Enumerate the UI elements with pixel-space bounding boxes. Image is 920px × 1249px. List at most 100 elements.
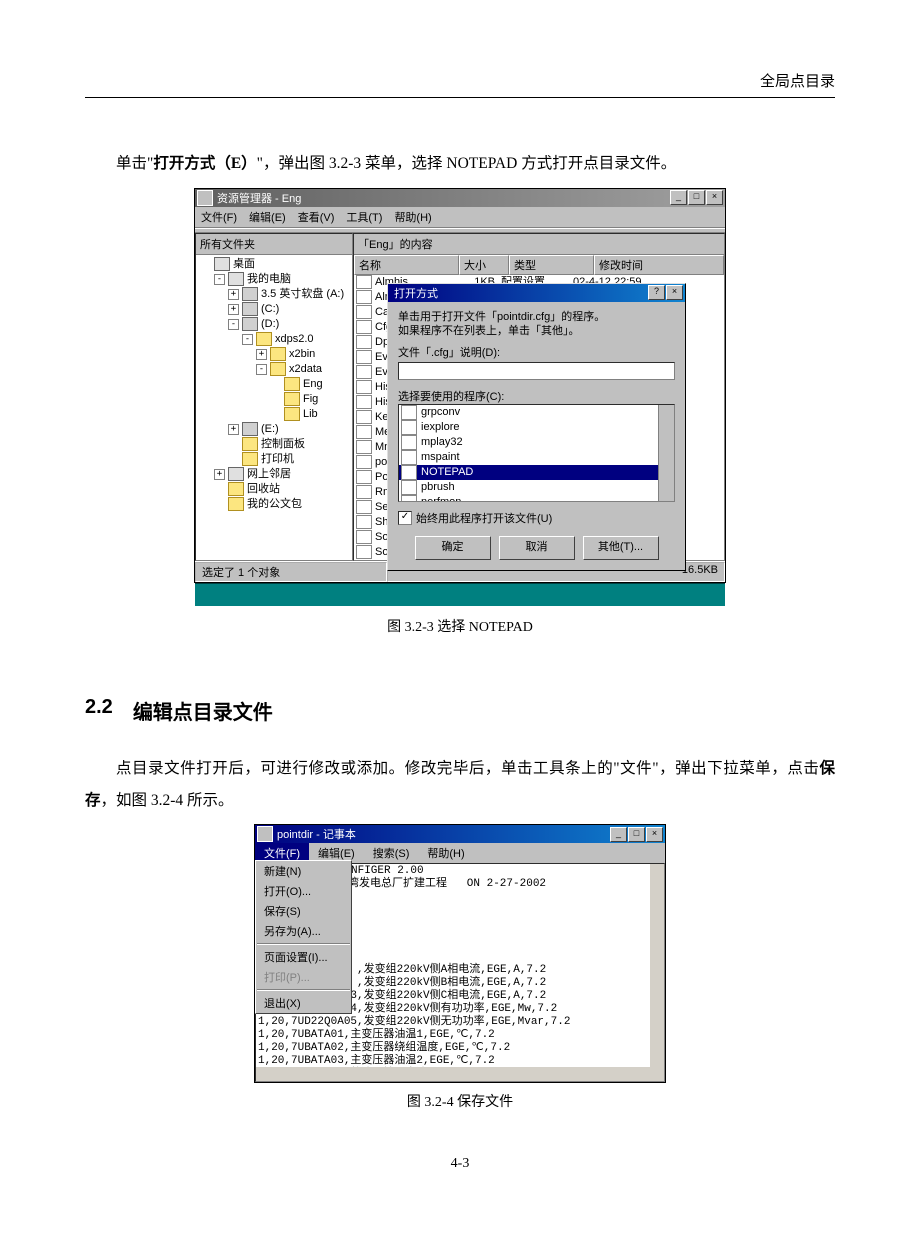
program-item[interactable]: iexplore [399,420,674,435]
file-icon [356,320,372,334]
maximize-button[interactable]: □ [628,827,645,842]
drv-icon [242,302,258,316]
horizontal-scrollbar[interactable] [256,1067,664,1081]
file-icon [356,350,372,364]
tree-node[interactable]: Eng [198,377,350,392]
file-icon [356,395,372,409]
tree-node[interactable]: +x2bin [198,347,350,362]
minimize-button[interactable]: _ [670,190,687,205]
other-button[interactable]: 其他(T)... [583,536,659,560]
dialog-instruction: 单击用于打开文件「pointdir.cfg」的程序。如果程序不在列表上，单击「其… [398,310,675,338]
dialog-help-button[interactable]: ? [648,285,665,300]
file-icon [356,365,372,379]
program-item[interactable]: NOTEPAD [399,465,674,480]
description-input[interactable] [398,362,675,380]
menu-item[interactable]: 工具(T) [346,209,382,225]
tree-node[interactable]: 我的公文包 [198,497,350,512]
tree-node[interactable]: 回收站 [198,482,350,497]
program-listbox[interactable]: grpconviexploremplay32mspaintNOTEPADpbru… [398,404,675,502]
program-list-label: 选择要使用的程序(C): [398,388,675,404]
tree-node[interactable]: +(C:) [198,302,350,317]
folder-tree-pane: 所有文件夹 桌面-我的电脑+3.5 英寸软盘 (A:)+(C:)-(D:)-xd… [195,233,353,561]
maximize-button[interactable]: □ [688,190,705,205]
menu-item[interactable]: 编辑(E) [249,209,286,225]
tree-node[interactable]: 控制面板 [198,437,350,452]
file-menu-dropdown: 新建(N)打开(O)...保存(S)另存为(A)... 页面设置(I)...打印(… [255,860,352,1014]
fld-icon [270,362,286,376]
fld-icon [256,332,272,346]
dialog-close-button[interactable]: × [666,285,683,300]
tree-node[interactable]: -xdps2.0 [198,332,350,347]
file-icon [356,530,372,544]
dropdown-item[interactable]: 打开(O)... [256,881,351,901]
minimize-button[interactable]: _ [610,827,627,842]
dropdown-item[interactable]: 页面设置(I)... [256,947,351,967]
program-item[interactable]: nerfmon [399,495,674,502]
notepad-titlebar: pointdir - 记事本 _ □ × [255,825,665,843]
tree-node[interactable]: +网上邻居 [198,467,350,482]
close-button[interactable]: × [706,190,723,205]
column-header[interactable]: 修改时间 [594,255,724,275]
tree-node[interactable]: -x2data [198,362,350,377]
comp-icon [228,272,244,286]
menu-item[interactable]: 文件(F) [201,209,237,225]
folder-tree[interactable]: 桌面-我的电脑+3.5 英寸软盘 (A:)+(C:)-(D:)-xdps2.0+… [196,255,352,516]
dropdown-item[interactable]: 打印(P)... [256,967,351,987]
close-button[interactable]: × [646,827,663,842]
menu-item[interactable]: 帮助(H) [394,209,431,225]
file-icon [356,500,372,514]
file-icon [356,275,372,289]
cancel-button[interactable]: 取消 [499,536,575,560]
dropdown-item[interactable]: 新建(N) [256,861,351,881]
file-icon [356,305,372,319]
tree-node[interactable]: -(D:) [198,317,350,332]
description-label: 文件「.cfg」说明(D): [398,344,675,360]
open-with-dialog: 打开方式 ? × 单击用于打开文件「pointdir.cfg」的程序。如果程序不… [387,283,686,571]
column-header[interactable]: 大小 [459,255,509,275]
section-heading: 2.2 编辑点目录文件 [85,696,835,725]
dropdown-item[interactable]: 保存(S) [256,901,351,921]
fld-icon [242,437,258,451]
program-item[interactable]: mspaint [399,450,674,465]
always-use-checkbox[interactable]: ✓ 始终用此程序打开该文件(U) [398,510,675,526]
tree-node[interactable]: 桌面 [198,257,350,272]
drv-icon [242,287,258,301]
dropdown-item[interactable]: 另存为(A)... [256,921,351,941]
program-icon [401,405,417,420]
listbox-scrollbar[interactable] [658,405,674,501]
explorer-titlebar: 资源管理器 - Eng _ □ × [195,189,725,207]
file-list-pane: 「Eng」的内容 名称大小类型修改时间 Almhis1KB配置设置02-4-12… [353,233,725,561]
program-item[interactable]: grpconv [399,405,674,420]
dropdown-item[interactable]: 退出(X) [256,993,351,1013]
program-icon [401,465,417,480]
fld-icon [228,482,244,496]
vertical-scrollbar[interactable] [650,864,664,1067]
tree-node[interactable]: 打印机 [198,452,350,467]
column-header[interactable]: 类型 [509,255,594,275]
ok-button[interactable]: 确定 [415,536,491,560]
menu-item[interactable]: 帮助(H) [418,843,473,863]
fld-icon [284,377,300,391]
file-icon [356,440,372,454]
window-icon [197,190,213,206]
program-item[interactable]: pbrush [399,480,674,495]
program-item[interactable]: mplay32 [399,435,674,450]
menu-item[interactable]: 搜索(S) [364,843,419,863]
tree-node[interactable]: +(E:) [198,422,350,437]
file-icon [356,485,372,499]
fld-icon [270,347,286,361]
file-icon [356,545,372,559]
tree-node[interactable]: Lib [198,407,350,422]
program-icon [401,435,417,450]
notepad-menubar: 文件(F)编辑(E)搜索(S)帮助(H)新建(N)打开(O)...保存(S)另存… [255,843,665,863]
explorer-menubar: 文件(F) 编辑(E) 查看(V) 工具(T) 帮助(H) [195,207,725,228]
file-icon [356,335,372,349]
tree-node[interactable]: Fig [198,392,350,407]
menu-item[interactable]: 查看(V) [298,209,335,225]
tree-pane-header: 所有文件夹 [196,234,352,255]
column-header[interactable]: 名称 [354,255,459,275]
file-icon [356,425,372,439]
tree-node[interactable]: +3.5 英寸软盘 (A:) [198,287,350,302]
notepad-icon [257,826,273,842]
tree-node[interactable]: -我的电脑 [198,272,350,287]
